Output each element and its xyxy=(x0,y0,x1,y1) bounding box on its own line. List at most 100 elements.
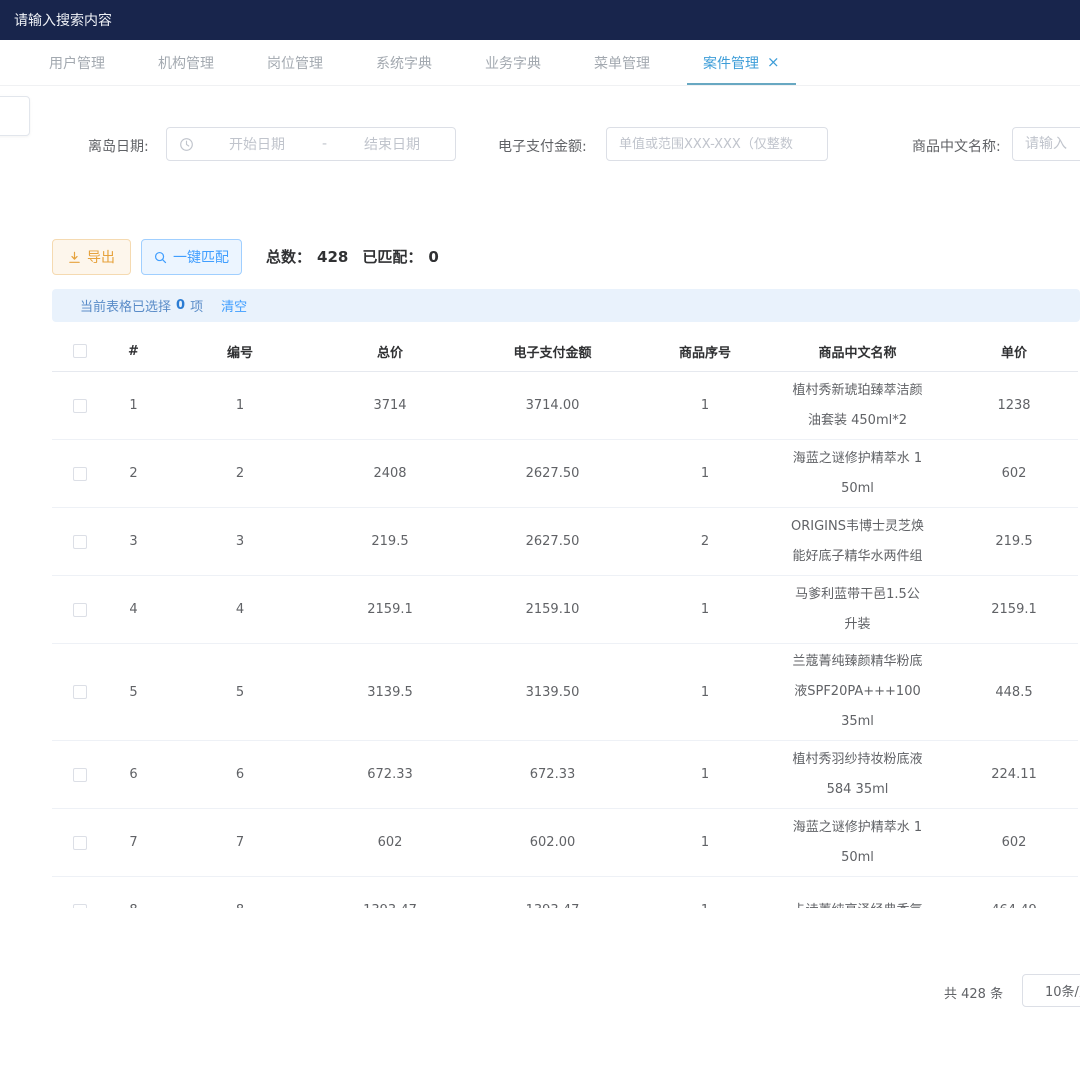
tab-label: 菜单管理 xyxy=(594,53,650,73)
clear-selection-link[interactable]: 清空 xyxy=(221,296,247,315)
tab-user-management[interactable]: 用户管理 xyxy=(49,40,105,85)
tab-org-management[interactable]: 机构管理 xyxy=(158,40,214,85)
collapsed-panel-fragment xyxy=(0,96,30,136)
table-row: 5 5 3139.5 3139.50 1 兰蔻菁纯臻颜精华粉底液SPF20PA+… xyxy=(52,644,1078,741)
table-row: 6 6 672.33 672.33 1 植村秀羽纱持妆粉底液 584 35ml … xyxy=(52,741,1078,809)
table-header-row: # 编号 总价 电子支付金额 商品序号 商品中文名称 单价 xyxy=(52,331,1078,372)
cell-unit-price: 2159.1 xyxy=(950,576,1078,643)
cell-epay: 3139.50 xyxy=(460,644,645,740)
select-all-checkbox[interactable] xyxy=(73,344,87,358)
cell-index: 1 xyxy=(107,372,160,439)
col-header-code: 编号 xyxy=(160,331,320,372)
tab-label: 案件管理 xyxy=(703,53,759,73)
row-checkbox[interactable] xyxy=(73,535,87,549)
cell-total: 672.33 xyxy=(320,741,460,808)
export-button[interactable]: 导出 xyxy=(52,239,131,275)
cell-code: 3 xyxy=(160,508,320,575)
cell-index: 6 xyxy=(107,741,160,808)
row-checkbox[interactable] xyxy=(73,467,87,481)
row-checkbox[interactable] xyxy=(73,685,87,699)
date-range-separator: - xyxy=(320,136,329,152)
row-checkbox[interactable] xyxy=(73,836,87,850)
clock-icon xyxy=(179,137,194,152)
cell-code: 5 xyxy=(160,644,320,740)
cell-product-name: 海蓝之谜修护精萃水 150ml xyxy=(790,810,926,876)
row-checkbox[interactable] xyxy=(73,768,87,782)
cell-product-name: 植村秀新琥珀臻萃洁颜油套装 450ml*2 xyxy=(790,373,926,439)
total-value: 428 xyxy=(317,248,348,266)
close-icon[interactable]: × xyxy=(767,55,780,70)
cell-total: 3139.5 xyxy=(320,644,460,740)
cell-seq: 1 xyxy=(645,809,765,876)
cell-seq: 2 xyxy=(645,508,765,575)
cell-code: 8 xyxy=(160,877,320,908)
cell-unit-price: 602 xyxy=(950,440,1078,507)
tab-menu-management[interactable]: 菜单管理 xyxy=(594,40,650,85)
tab-label: 岗位管理 xyxy=(267,53,323,73)
epay-amount-input[interactable] xyxy=(606,127,828,161)
table-body: 1 1 3714 3714.00 1 植村秀新琥珀臻萃洁颜油套装 450ml*2… xyxy=(52,372,1078,908)
cell-seq: 1 xyxy=(645,576,765,643)
selection-suffix: 项 xyxy=(190,296,203,315)
cell-unit-price: 464.49 xyxy=(950,877,1078,908)
cell-code: 6 xyxy=(160,741,320,808)
cell-seq: 1 xyxy=(645,877,765,908)
cell-epay: 2627.50 xyxy=(460,440,645,507)
cell-epay: 1393.47 xyxy=(460,877,645,908)
one-click-match-button[interactable]: 一键匹配 xyxy=(141,239,242,275)
cell-epay: 2627.50 xyxy=(460,508,645,575)
tab-label: 业务字典 xyxy=(485,53,541,73)
col-header-index: # xyxy=(107,331,160,372)
cell-product-name: 卡诗菁纯亮泽经典香氛 xyxy=(790,893,926,909)
matched-value: 0 xyxy=(428,248,438,266)
cell-seq: 1 xyxy=(645,741,765,808)
cell-product-name: 马爹利蓝带干邑1.5公升装 xyxy=(790,577,926,643)
col-header-epay: 电子支付金额 xyxy=(460,331,645,372)
cell-epay: 2159.10 xyxy=(460,576,645,643)
match-stats: 总数： 428 已匹配： 0 xyxy=(266,246,439,267)
cell-seq: 1 xyxy=(645,440,765,507)
global-search-input[interactable]: 请输入搜索内容 xyxy=(14,10,112,30)
cell-index: 3 xyxy=(107,508,160,575)
total-label: 总数： xyxy=(266,248,311,266)
cell-seq: 1 xyxy=(645,372,765,439)
cell-index: 7 xyxy=(107,809,160,876)
end-date-placeholder[interactable]: 结束日期 xyxy=(329,134,455,154)
tab-post-management[interactable]: 岗位管理 xyxy=(267,40,323,85)
tab-business-dict[interactable]: 业务字典 xyxy=(485,40,541,85)
cell-code: 1 xyxy=(160,372,320,439)
tab-system-dict[interactable]: 系统字典 xyxy=(376,40,432,85)
table-row: 8 8 1393.47 1393.47 1 卡诗菁纯亮泽经典香氛 464.49 xyxy=(52,877,1078,908)
page-size-select[interactable]: 10条/页 xyxy=(1022,974,1080,1007)
match-button-label: 一键匹配 xyxy=(173,247,229,267)
cell-total: 2159.1 xyxy=(320,576,460,643)
cell-total: 1393.47 xyxy=(320,877,460,908)
cell-epay: 672.33 xyxy=(460,741,645,808)
page-size-value: 10条/页 xyxy=(1045,981,1080,1000)
cell-seq: 1 xyxy=(645,644,765,740)
product-name-input[interactable] xyxy=(1012,127,1080,161)
date-range-picker[interactable]: 开始日期 - 结束日期 xyxy=(166,127,456,161)
selection-info-bar: 当前表格已选择 0 项 清空 xyxy=(52,289,1080,322)
app-window: 请输入搜索内容 用户管理 机构管理 岗位管理 系统字典 业务字典 菜单管理 案件… xyxy=(0,0,1080,1077)
start-date-placeholder[interactable]: 开始日期 xyxy=(194,134,320,154)
matched-label: 已匹配： xyxy=(362,248,422,266)
cell-total: 2408 xyxy=(320,440,460,507)
table-row: 1 1 3714 3714.00 1 植村秀新琥珀臻萃洁颜油套装 450ml*2… xyxy=(52,372,1078,440)
table-row: 7 7 602 602.00 1 海蓝之谜修护精萃水 150ml 602 xyxy=(52,809,1078,877)
cell-total: 602 xyxy=(320,809,460,876)
table-row: 2 2 2408 2627.50 1 海蓝之谜修护精萃水 150ml 602 xyxy=(52,440,1078,508)
row-checkbox[interactable] xyxy=(73,904,87,909)
table-row: 3 3 219.5 2627.50 2 ORIGINS韦博士灵芝焕能好底子精华水… xyxy=(52,508,1078,576)
row-checkbox[interactable] xyxy=(73,603,87,617)
tab-case-management[interactable]: 案件管理 × xyxy=(703,40,780,85)
col-header-seq: 商品序号 xyxy=(645,331,765,372)
cell-epay: 602.00 xyxy=(460,809,645,876)
tab-label: 机构管理 xyxy=(158,53,214,73)
row-checkbox[interactable] xyxy=(73,399,87,413)
col-header-unit: 单价 xyxy=(950,331,1078,372)
cell-code: 2 xyxy=(160,440,320,507)
cell-index: 5 xyxy=(107,644,160,740)
tab-label: 系统字典 xyxy=(376,53,432,73)
cell-epay: 3714.00 xyxy=(460,372,645,439)
